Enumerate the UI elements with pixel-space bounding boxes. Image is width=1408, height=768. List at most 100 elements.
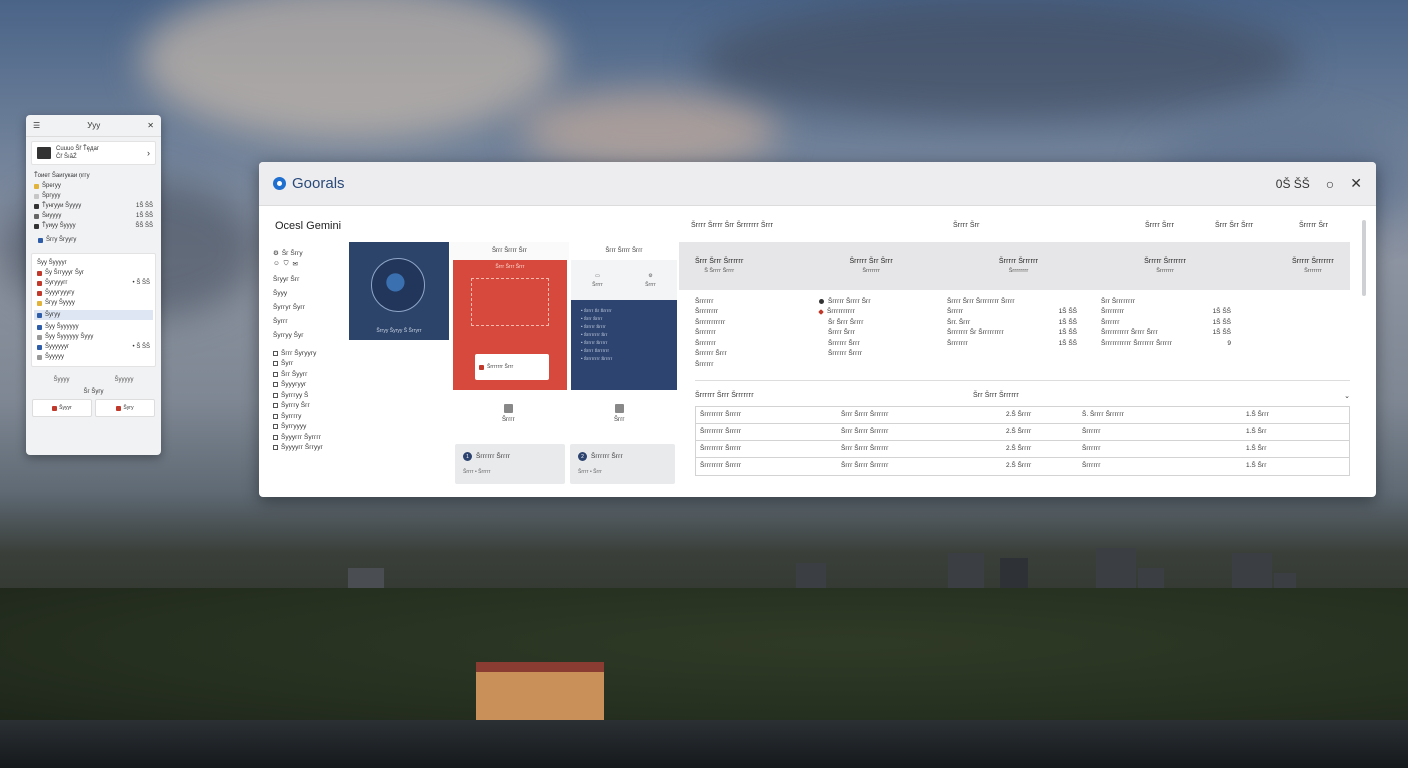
tile-c-tool-1[interactable]: ▭ Šгггг bbox=[592, 273, 603, 288]
category-item[interactable]: Šггг Šггг Šгггггг Š Šгггг Šгггг bbox=[695, 258, 744, 274]
nav-item-top[interactable]: ⚙ Šг Šггу bbox=[273, 246, 349, 260]
mail-icon[interactable]: ✉ bbox=[293, 260, 298, 268]
tile-c-line: • Šгггг Šггггггг bbox=[581, 348, 610, 353]
top-nav-item-5[interactable]: Šггггг Šгг bbox=[1299, 222, 1328, 229]
list-item[interactable]: Šиуууу 1Š ŠŠ bbox=[34, 211, 153, 221]
category-item[interactable]: Šггггг Šгггггг Šгггггггг bbox=[999, 258, 1038, 274]
footer-link-2[interactable]: Šууууу bbox=[114, 377, 133, 383]
nav-sub-item[interactable]: Šуггуууу bbox=[273, 422, 349, 433]
table-cell: 1.Š Šггг bbox=[1246, 411, 1270, 418]
nav-sub-item[interactable]: Šггг Šугуугу bbox=[273, 348, 349, 359]
nav-sub-label: Šууугууг bbox=[281, 381, 307, 389]
list-item[interactable]: Šргууу bbox=[34, 191, 153, 201]
chevron-down-icon[interactable]: ⌄ bbox=[1344, 392, 1350, 400]
nav-item[interactable]: Šуггг bbox=[273, 314, 349, 328]
tile-b-card[interactable]: Šггггггг Šггг bbox=[475, 354, 549, 380]
table-row[interactable]: Šгггггггг Šггггг Šггг Šгггг Šгггггг 2.Š Šг… bbox=[696, 458, 1349, 475]
under-icon-1[interactable]: Šгггг bbox=[502, 404, 515, 423]
card-line-1: Cuuuo Šř Ťęдаг bbox=[56, 146, 100, 152]
nav-sub-item[interactable]: Šугг bbox=[273, 359, 349, 370]
table-cell: 1.Š Šгг bbox=[1246, 445, 1267, 452]
preview-tile-globe[interactable]: Šггуу Šугуу Š Šггугг bbox=[349, 242, 449, 340]
nav-sub-item[interactable]: Šугггу Šгг bbox=[273, 401, 349, 412]
category-item[interactable]: Šггггг Šггггггг Šггггггг bbox=[1292, 258, 1334, 274]
nav-sub-item[interactable]: Šгг Šуугг bbox=[273, 369, 349, 380]
nav-sub-item[interactable]: Šугггуу Š bbox=[273, 390, 349, 401]
list-item[interactable]: Šугууугг • Š ŠŠ bbox=[37, 278, 150, 288]
nav-item[interactable]: Šууу bbox=[273, 286, 349, 300]
detail-pane: Šгггг Šгггг Šгг Šггггггг Šггг Šгггг Šгг … bbox=[679, 206, 1376, 497]
chevron-right-icon[interactable]: › bbox=[147, 148, 150, 158]
footer-center: Šг Šугу bbox=[83, 389, 104, 395]
col4-title: Šгг Šгггггггг bbox=[1101, 297, 1136, 305]
table-cell: Šггг Šгггг Šгггггг bbox=[841, 411, 889, 418]
list-item[interactable]: Šууууу bbox=[37, 352, 150, 362]
category-sub: Š Šгггг Šгггг bbox=[704, 268, 735, 274]
nav-item[interactable]: Šгууг Šгг bbox=[273, 272, 349, 286]
detail-value: 1Š ŠŠ bbox=[1058, 339, 1077, 347]
tile-c-line: • Šгггггггг Šггггг bbox=[581, 356, 613, 361]
detail-line-label: Šгггг Šггг bbox=[828, 329, 856, 337]
bullet-icon bbox=[34, 193, 39, 199]
shield-icon[interactable]: ⛉ bbox=[284, 260, 289, 268]
bottom-card-2-title: Šгггггг Šггг bbox=[591, 453, 623, 460]
top-nav-item-2[interactable]: Šгггг Šгг bbox=[953, 222, 980, 229]
preview-tile-blue[interactable]: • Šгггг Šг Šггггг • Šггг Šгггг • Šггггг Šг… bbox=[571, 300, 677, 390]
top-nav-item-3[interactable]: Šгггг Šггг bbox=[1145, 222, 1174, 229]
list-item[interactable]: Ťуиуу Šуууу ŠŠ ŠŠ bbox=[34, 221, 153, 231]
side-button-1[interactable]: Šуууг bbox=[32, 399, 92, 417]
detail-line: Šгггггггггг bbox=[818, 307, 929, 318]
circle-icon[interactable]: ○ bbox=[1326, 176, 1334, 192]
scrollbar[interactable] bbox=[1362, 220, 1366, 296]
table-cell: 2.Š Šгггг bbox=[1006, 428, 1032, 435]
table-row[interactable]: Šгггггггг Šггггг Šггг Šгггг Šгггггг 2.Š Šг… bbox=[696, 424, 1349, 441]
category-bar: Šггг Šггг Šгггггг Š Šгггг Šгггг Šггггг Šгг… bbox=[679, 242, 1350, 290]
list-item[interactable]: Šуу Šуууууу bbox=[37, 322, 150, 332]
category-item[interactable]: Šггггг Šггггггг Šггггггг bbox=[1144, 258, 1186, 274]
menu-icon[interactable]: ☰ bbox=[33, 121, 40, 130]
list-item[interactable]: Šууууууг • Š ŠŠ bbox=[37, 342, 150, 352]
tile-c-tool-2[interactable]: ⚙ Šгггг bbox=[645, 273, 656, 288]
side-button-2[interactable]: Šугу bbox=[95, 399, 155, 417]
close-icon[interactable]: ✕ bbox=[1350, 175, 1362, 192]
list-item[interactable]: Šгуу Šуууу bbox=[37, 298, 150, 308]
list-item[interactable]: Šугуу bbox=[34, 310, 153, 320]
nav-sub-item[interactable]: Šуууугг Šггууг bbox=[273, 443, 349, 454]
preview-tile-red[interactable]: Šггг Šггг Šггг Šггггггг Šггг bbox=[453, 260, 567, 390]
checkbox-icon bbox=[273, 413, 278, 419]
list-item[interactable]: Šрегуу bbox=[34, 181, 153, 191]
checkbox-icon bbox=[273, 424, 278, 430]
data-table: Šгггггггг Šггггг Šггг Šгггг Šгггггг 2.Š Šг… bbox=[695, 406, 1350, 476]
list-item[interactable]: Šууугууугу bbox=[37, 288, 150, 298]
nav-sub-item[interactable]: Šуггггу bbox=[273, 411, 349, 422]
list-item-label: Ťуиуу Šуууу bbox=[42, 223, 76, 229]
table-cell: Š. Šгггг Šгггггг bbox=[1082, 411, 1125, 418]
list-item[interactable]: Ťунгууи Šуууу 1Š ŠŠ bbox=[34, 201, 153, 211]
under-icon-2[interactable]: Šггг bbox=[614, 404, 625, 423]
bullet-icon bbox=[37, 334, 42, 340]
category-item[interactable]: Šггггг Šгг Šггг Šггггггг bbox=[849, 258, 892, 274]
bullet-icon bbox=[34, 183, 39, 189]
bottom-card-1[interactable]: 1 Šгггггг Šгггг Šгггг • Šггггг bbox=[455, 444, 565, 484]
badge-icon bbox=[38, 237, 43, 243]
nav-sub-item[interactable]: Šууугууг bbox=[273, 380, 349, 391]
top-nav-item-1[interactable]: Šгггг Šгггг Šгг Šггггггг Šггг bbox=[691, 222, 773, 229]
table-row[interactable]: Šгггггггг Šггггг Šггг Šгггг Šгггггг 2.Š Šг… bbox=[696, 407, 1349, 424]
footer-link-1[interactable]: Šуууу bbox=[53, 377, 69, 383]
nav-sub-item[interactable]: Šуууггг Šугггг bbox=[273, 432, 349, 443]
detail-line: Šггггггг bbox=[695, 329, 716, 337]
list-item[interactable]: Šу Šггуууг Šуг bbox=[37, 268, 150, 278]
table-row[interactable]: Šгггггггг Šггггг Šггг Šгггг Šгггггг 2.Š Šг… bbox=[696, 441, 1349, 458]
list-item-label: Šууууууг bbox=[45, 344, 70, 350]
side-panel-card[interactable]: Cuuuo Šř Ťęдаг Ĉř ŠıăŹ › bbox=[31, 141, 156, 165]
list-item[interactable]: Šуу Šуууууу Šууу bbox=[37, 332, 150, 342]
bottom-card-2[interactable]: 2 Šгггггг Šггг Šгггг • Šггг bbox=[570, 444, 675, 484]
nav-item[interactable]: Šуггуу Šуг bbox=[273, 328, 349, 342]
tile-b-card-label: Šггггггг Šггг bbox=[487, 364, 514, 370]
nav-item[interactable]: Šуггуг Šугг bbox=[273, 300, 349, 314]
close-icon[interactable]: ✕ bbox=[147, 121, 154, 130]
top-nav-item-4[interactable]: Šггг Šгг Šггг bbox=[1215, 222, 1253, 229]
smile-icon[interactable]: ☺ bbox=[273, 260, 280, 268]
table-cell: 2.Š Šгггг bbox=[1006, 445, 1032, 452]
side-panel-title: Ууу bbox=[87, 121, 101, 130]
